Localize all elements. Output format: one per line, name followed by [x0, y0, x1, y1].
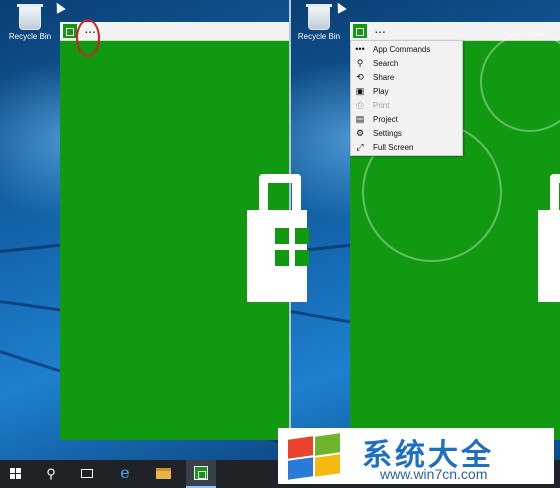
search-button[interactable]: ⚲	[36, 460, 66, 488]
gear-icon: ⚙	[355, 128, 365, 138]
menu-item-label: Full Screen	[373, 143, 414, 152]
menu-item-settings[interactable]: ⚙ Settings	[351, 127, 464, 141]
recycle-bin-label: Recycle Bin	[8, 32, 52, 41]
more-icon: •••	[355, 44, 365, 54]
menu-item-label: Project	[373, 115, 398, 124]
print-icon: ⎙	[356, 100, 364, 110]
recycle-bin-icon	[306, 4, 332, 30]
menu-item-label: Share	[373, 73, 395, 82]
menu-item-play[interactable]: ▣ Play	[351, 85, 464, 99]
menu-item-print[interactable]: ⎙ Print	[351, 99, 464, 113]
store-icon	[194, 466, 208, 480]
menu-item-label: Settings	[373, 129, 402, 138]
recycle-bin-icon	[17, 4, 43, 30]
share-icon: ⟲	[356, 72, 364, 82]
highlight-circle	[76, 19, 100, 57]
store-icon[interactable]	[353, 24, 367, 38]
internet-explorer-button[interactable]: e	[110, 460, 140, 488]
menu-item-full-screen[interactable]: ⤢ Full Screen	[351, 141, 464, 155]
more-button[interactable]: ...	[375, 25, 386, 36]
menu-item-label: Search	[373, 59, 399, 68]
store-app-window: ...	[60, 22, 309, 440]
recycle-bin[interactable]: Recycle Bin	[0, 0, 60, 41]
menu-item-label: Print	[373, 101, 390, 110]
fullscreen-icon: ⤢	[356, 142, 364, 152]
menu-item-app-commands[interactable]: ••• App Commands	[351, 43, 464, 57]
menu-item-share[interactable]: ⟲ Share	[351, 71, 464, 85]
store-bag-icon	[247, 174, 309, 304]
search-icon: ⚲	[46, 466, 56, 481]
search-icon: ⚲	[356, 58, 364, 68]
menu-item-label: Play	[373, 87, 389, 96]
folder-icon	[156, 468, 171, 479]
menu-item-search[interactable]: ⚲ Search	[351, 57, 464, 71]
project-icon: ▤	[355, 114, 365, 124]
task-view-button[interactable]	[72, 460, 102, 488]
start-button[interactable]	[0, 460, 30, 488]
store-icon[interactable]	[63, 24, 77, 38]
file-explorer-button[interactable]	[148, 460, 178, 488]
menu-item-project[interactable]: ▤ Project	[351, 113, 464, 127]
windows-flag-logo	[284, 432, 344, 480]
menu-item-label: App Commands	[373, 45, 431, 54]
play-icon: ▣	[355, 86, 365, 96]
store-bag-icon	[538, 174, 560, 304]
background-circle	[480, 32, 560, 132]
task-view-icon	[81, 469, 93, 478]
store-taskbar-button[interactable]	[186, 460, 216, 488]
watermark-url: www.win7cn.com	[380, 466, 488, 482]
app-commands-menu: ••• App Commands ⚲ Search ⟲ Share ▣ Play…	[350, 40, 463, 156]
watermark-logo: 系统大全 www.win7cn.com	[278, 428, 554, 484]
ie-icon: e	[120, 463, 130, 482]
windows-logo-icon	[10, 468, 22, 480]
recycle-bin-label: Recycle Bin	[297, 32, 341, 41]
